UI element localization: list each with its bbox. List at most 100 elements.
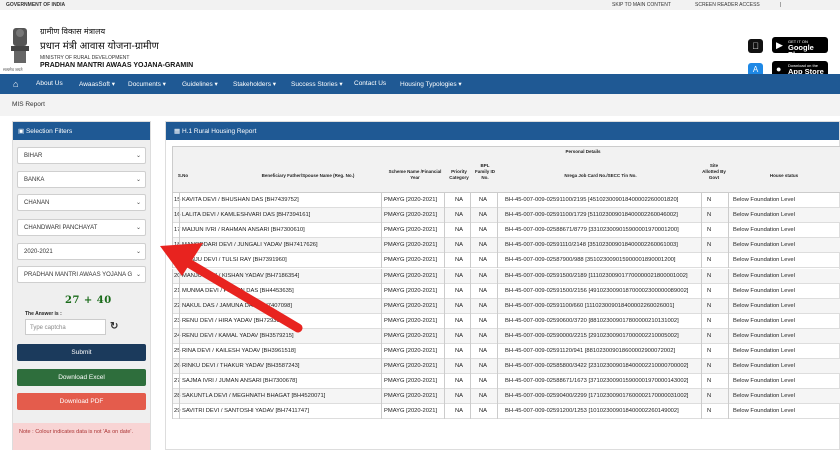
download-pdf-button[interactable]: Download PDF: [17, 393, 146, 410]
table-cell: NA: [455, 408, 464, 415]
table-cell: RINKU DEVI / THAKUR YADAV [BH3587243]: [182, 363, 300, 370]
table-cell: PMAYG [2020-2021]: [384, 257, 438, 264]
cell-divider: [381, 283, 382, 299]
table-cell: N: [707, 227, 712, 234]
cell-divider: [728, 404, 729, 420]
home-icon[interactable]: ⌂: [13, 79, 18, 89]
table-row: 28 SAKUNTLA DEVI / MEGHNATH BHAGAT [BH452…: [172, 389, 840, 405]
table-cell: NA: [479, 332, 488, 339]
table-row: 15 KAVITA DEVI / BHUSHAN DAS [BH7439752] P…: [172, 193, 840, 208]
table-row: 29 SAVITRI DEVI / SANTOSHI YADAV [BH74117…: [172, 404, 840, 420]
top-bar: GOVERNMENT OF INDIA SKIP TO MAIN CONTENT…: [0, 0, 840, 10]
cell-divider: [497, 283, 498, 299]
district-select[interactable]: BANKA ⌄: [17, 171, 146, 188]
table-cell: PMAYG [2020-2021]: [384, 317, 438, 324]
cell-divider: [470, 389, 471, 405]
table-cell: Below Foundation Level: [733, 242, 795, 249]
cell-divider: [381, 404, 382, 420]
table-cell: MANJU DEVI / KISHAN YADAV [BH7186354]: [182, 272, 300, 279]
cell-divider: [470, 223, 471, 239]
scheme-value: PRADHAN MANTRI AWAAS YOJANA G: [24, 272, 133, 278]
apple-icon[interactable]: : [748, 39, 763, 53]
table-cell: BH-45-007-009-02588671/8779 [33102300901…: [505, 227, 679, 234]
cell-divider: [381, 298, 382, 314]
year-select[interactable]: 2020-2021 ⌄: [17, 243, 146, 260]
table-row: 27 SAJMA IVRI / JUMAN ANSARI [BH7300678] P…: [172, 374, 840, 390]
nav-about-us[interactable]: About Us: [36, 80, 63, 87]
panchayat-select[interactable]: CHANDWARI PANCHAYAT ⌄: [17, 219, 146, 236]
nav-guidelines[interactable]: Guidelines ▾: [182, 80, 218, 88]
filters-heading: ▣ Selection Filters: [13, 122, 150, 140]
col-priority: Priority Category: [449, 169, 469, 180]
state-select[interactable]: BIHAR ⌄: [17, 147, 146, 164]
table-cell: NA: [455, 257, 464, 264]
table-cell: BH-45-007-009-02587900/988 [351023009015…: [505, 257, 676, 264]
table-cell: N: [707, 272, 712, 279]
nav-housing-typologies[interactable]: Housing Typologies ▾: [400, 80, 462, 88]
download-excel-button[interactable]: Download Excel: [17, 369, 146, 386]
nav-stakeholders[interactable]: Stakeholders ▾: [233, 80, 276, 88]
cell-divider: [701, 208, 702, 224]
table-cell: BH-45-007-009-02590000/2215 [29102300901…: [505, 332, 679, 339]
table-cell: PMAYG [2020-2021]: [384, 393, 438, 400]
table-cell: NA: [479, 378, 488, 385]
cell-divider: [381, 374, 382, 390]
nav-contact-us[interactable]: Contact Us: [354, 80, 386, 87]
header-text: ग्रामीण विकास मंत्रालय प्रधान मंत्री आवा…: [40, 26, 193, 69]
table-cell: NA: [455, 378, 464, 385]
scheme-select[interactable]: PRADHAN MANTRI AWAAS YOJANA G ⌄: [17, 266, 146, 283]
table-cell: PMAYG [2020-2021]: [384, 348, 438, 354]
table-cell: PMAYG [2020-2021]: [384, 212, 438, 219]
table-row: 26 RINKU DEVI / THAKUR YADAV [BH3587243] P…: [172, 359, 840, 375]
block-select[interactable]: CHANAN ⌄: [17, 194, 146, 211]
table-cell: RENU DEVI / KAMAL YADAV [BH3579215]: [182, 332, 294, 339]
cell-divider: [497, 208, 498, 224]
table-cell: PMAYG [2020-2021]: [384, 287, 438, 294]
table-cell: Below Foundation Level: [733, 363, 795, 370]
cell-divider: [728, 268, 729, 284]
cell-divider: [497, 253, 498, 269]
cell-divider: [470, 404, 471, 420]
table-cell: MAIJUN IVRI / RAHMAN ANSARI [BH7300610]: [182, 227, 305, 234]
nav-success-stories[interactable]: Success Stories ▾: [291, 80, 343, 88]
submit-button[interactable]: Submit: [17, 344, 146, 361]
nav-documents[interactable]: Documents ▾: [128, 80, 166, 88]
cell-divider: [701, 389, 702, 405]
cell-divider: [444, 313, 445, 329]
cell-divider: [381, 389, 382, 405]
cell-divider: [444, 298, 445, 314]
cell-divider: [470, 253, 471, 269]
table-cell: PMAYG [2020-2021]: [384, 363, 438, 370]
google-play-button[interactable]: ▶ GET IT ON Google Play: [772, 37, 828, 58]
hindi-title: प्रधान मंत्री आवास योजना-ग्रामीण: [40, 41, 159, 52]
cell-divider: [497, 374, 498, 390]
screen-reader-link[interactable]: SCREEN READER ACCESS: [695, 2, 760, 8]
captcha-input[interactable]: Type captcha: [25, 319, 106, 335]
cell-divider: [179, 328, 180, 344]
cell-divider: [701, 223, 702, 239]
nav-awaassoft[interactable]: AwaasSoft ▾: [79, 80, 115, 88]
table-cell: PMAYG [2020-2021]: [384, 408, 438, 415]
refresh-icon[interactable]: ↻: [110, 321, 118, 332]
table-cell: KAVITA DEVI / BHUSHAN DAS [BH7439752]: [182, 197, 299, 203]
cell-divider: [172, 268, 173, 284]
table-cell: BH-45-007-009-02591500/2189 [11102300901…: [505, 272, 688, 279]
table-cell: Below Foundation Level: [733, 408, 795, 415]
table-cell: BH-45-007-009-02591500/2156 [49102300901…: [505, 287, 689, 294]
cell-divider: [179, 238, 180, 254]
cell-divider: [497, 404, 498, 420]
table-cell: Below Foundation Level: [733, 317, 795, 324]
table-icon: ▦: [174, 128, 182, 135]
table-header: Personal Details S.No Beneficiary Father…: [172, 146, 840, 193]
answer-label: The Answer is :: [25, 311, 62, 317]
table-cell: Below Foundation Level: [733, 332, 795, 339]
main-nav: ⌂ About Us AwaasSoft ▾ Documents ▾ Guide…: [0, 74, 840, 94]
cell-divider: [179, 344, 180, 359]
table-cell: Below Foundation Level: [733, 257, 795, 264]
report-heading-text: H.1 Rural Housing Report: [181, 128, 257, 135]
breadcrumb-label: MIS Report: [12, 101, 45, 108]
table-cell: NA: [455, 272, 464, 279]
table-cell: N: [707, 242, 712, 249]
table-cell: Below Foundation Level: [733, 197, 795, 203]
skip-to-main-link[interactable]: SKIP TO MAIN CONTENT: [612, 2, 671, 8]
